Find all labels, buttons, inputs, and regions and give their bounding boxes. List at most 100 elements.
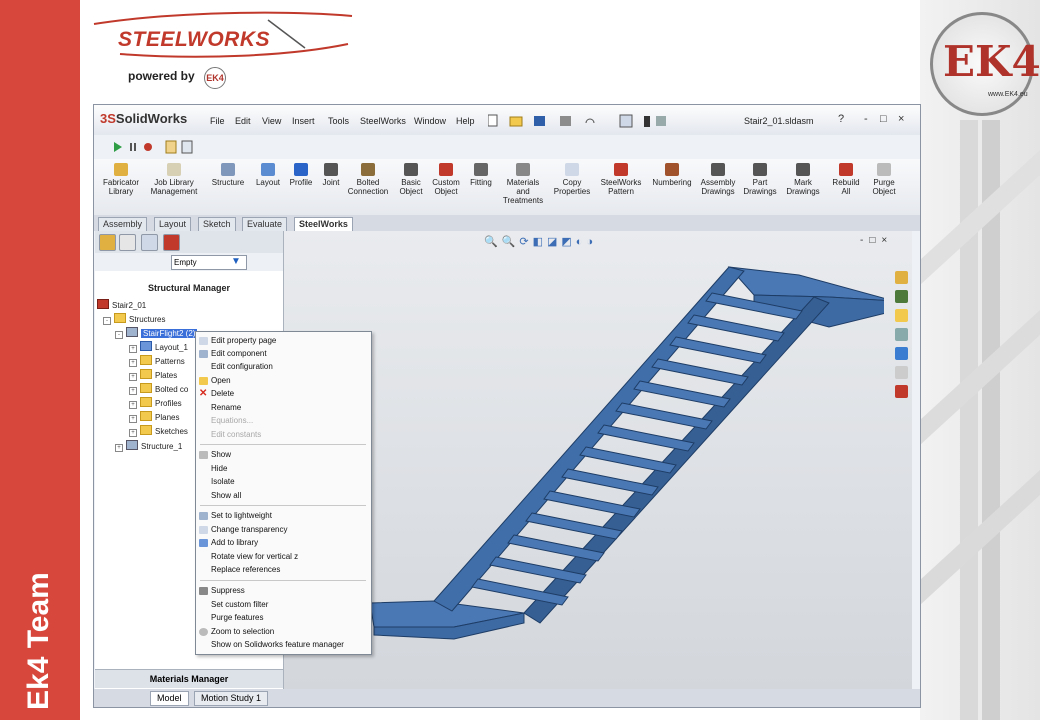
rebuild-icon bbox=[839, 163, 853, 176]
property-manager-icon[interactable] bbox=[119, 234, 136, 251]
menu-hide[interactable]: Hide bbox=[211, 464, 227, 473]
tree-child-plates[interactable]: + Plates bbox=[129, 369, 177, 381]
feature-manager-icon[interactable] bbox=[99, 234, 116, 251]
ribbon-numbering[interactable]: Numbering bbox=[650, 163, 694, 187]
materials-manager-header[interactable]: Materials Manager bbox=[95, 669, 283, 688]
menu-rename[interactable]: Rename bbox=[211, 403, 241, 412]
macro-toolbar-icons[interactable] bbox=[94, 135, 214, 159]
task-pane-library-icon[interactable] bbox=[895, 290, 908, 303]
collapse-icon[interactable]: - bbox=[103, 317, 111, 325]
task-pane-home-icon[interactable] bbox=[895, 271, 908, 284]
steelworks-manager-icon[interactable] bbox=[163, 234, 180, 251]
menu-equations: Equations... bbox=[211, 416, 254, 425]
ribbon-assembly-drawings[interactable]: Assembly Drawings bbox=[696, 163, 740, 196]
collapse-icon[interactable]: - bbox=[115, 331, 123, 339]
menu-edit[interactable]: Edit bbox=[235, 116, 251, 126]
task-pane-custom-icon[interactable] bbox=[895, 366, 908, 379]
ribbon-mark-drawings[interactable]: Mark Drawings bbox=[782, 163, 824, 196]
menu-show-on-feature-manager[interactable]: Show on Solidworks feature manager bbox=[211, 640, 344, 649]
tab-model[interactable]: Model bbox=[150, 691, 189, 706]
ribbon-bolted-connection[interactable]: Bolted Connection bbox=[346, 163, 390, 196]
tree-child-profiles[interactable]: + Profiles bbox=[129, 397, 182, 409]
expand-icon[interactable]: + bbox=[129, 429, 137, 437]
ribbon-materials-and-treatments[interactable]: Materials and Treatments bbox=[502, 163, 544, 205]
menu-tools[interactable]: Tools bbox=[328, 116, 349, 126]
tree-child-bolted[interactable]: + Bolted co bbox=[129, 383, 188, 395]
menu-open[interactable]: Open bbox=[211, 376, 231, 385]
menu-delete[interactable]: Delete bbox=[211, 389, 234, 398]
task-pane-appearance-icon[interactable] bbox=[895, 347, 908, 360]
menu-insert[interactable]: Insert bbox=[292, 116, 315, 126]
expand-icon[interactable]: + bbox=[129, 387, 137, 395]
menu-suppress[interactable]: Suppress bbox=[211, 586, 245, 595]
menu-window[interactable]: Window bbox=[414, 116, 446, 126]
menu-zoom-to-selection[interactable]: Zoom to selection bbox=[211, 627, 274, 636]
graphics-viewport[interactable]: 🔍🔍⟳◧◪◩◐◑ -□× bbox=[284, 231, 912, 689]
task-pane-steelworks-icon[interactable] bbox=[895, 385, 908, 398]
menu-edit-property-page[interactable]: Edit property page bbox=[211, 336, 276, 345]
menu-show[interactable]: Show bbox=[211, 450, 231, 459]
expand-icon[interactable]: + bbox=[129, 415, 137, 423]
ribbon-joint[interactable]: Joint bbox=[318, 163, 344, 187]
help-icon[interactable]: ? bbox=[838, 113, 844, 125]
ribbon-steelworks-pattern[interactable]: SteelWorks Pattern bbox=[596, 163, 646, 196]
tree-structure-1[interactable]: + Structure_1 bbox=[115, 440, 182, 452]
configuration-manager-icon[interactable] bbox=[141, 234, 158, 251]
menu-isolate[interactable]: Isolate bbox=[211, 477, 235, 486]
tab-motion-study-1[interactable]: Motion Study 1 bbox=[194, 691, 269, 706]
menu-edit-component[interactable]: Edit component bbox=[211, 349, 267, 358]
tree-child-planes[interactable]: + Planes bbox=[129, 411, 179, 423]
menu-set-custom-filter[interactable]: Set custom filter bbox=[211, 600, 268, 609]
tree-child-sketches[interactable]: + Sketches bbox=[129, 425, 188, 437]
expand-icon[interactable]: + bbox=[129, 359, 137, 367]
menu-view[interactable]: View bbox=[262, 116, 281, 126]
ribbon-basic-object[interactable]: Basic Object bbox=[394, 163, 428, 196]
menu-change-transparency[interactable]: Change transparency bbox=[211, 525, 288, 534]
expand-icon[interactable]: + bbox=[129, 401, 137, 409]
menu-set-to-lightweight[interactable]: Set to lightweight bbox=[211, 511, 272, 520]
menu-show-all[interactable]: Show all bbox=[211, 491, 241, 500]
tab-sketch[interactable]: Sketch bbox=[198, 217, 236, 232]
ribbon-job-library-management[interactable]: Job Library Management bbox=[148, 163, 200, 196]
tab-layout[interactable]: Layout bbox=[154, 217, 192, 232]
tab-evaluate[interactable]: Evaluate bbox=[242, 217, 288, 232]
tab-steelworks[interactable]: SteelWorks bbox=[294, 217, 353, 232]
expand-icon[interactable]: + bbox=[129, 345, 137, 353]
menu-rotate-view-vertical-z[interactable]: Rotate view for vertical z bbox=[211, 552, 298, 561]
ribbon-layout[interactable]: Layout bbox=[252, 163, 284, 187]
ribbon-rebuild-all[interactable]: Rebuild All bbox=[828, 163, 864, 196]
tree-item-selected[interactable]: - StairFlight2 (2) bbox=[115, 327, 198, 339]
ribbon-part-drawings[interactable]: Part Drawings bbox=[742, 163, 778, 196]
task-pane-view-palette-icon[interactable] bbox=[895, 328, 908, 341]
minimize-button[interactable]: - bbox=[864, 113, 868, 125]
tree-child-patterns[interactable]: + Patterns bbox=[129, 355, 185, 367]
menu-file[interactable]: File bbox=[210, 116, 225, 126]
task-pane-folder-icon[interactable] bbox=[895, 309, 908, 322]
ribbon-purge-object[interactable]: Purge Object bbox=[866, 163, 902, 196]
menu-help[interactable]: Help bbox=[456, 116, 475, 126]
filter-icon[interactable]: ▼ bbox=[231, 256, 241, 267]
menu-steelworks[interactable]: SteelWorks bbox=[360, 116, 406, 126]
ribbon-copy-properties[interactable]: Copy Properties bbox=[550, 163, 594, 196]
solidworks-logo[interactable]: 3SSolidWorks bbox=[100, 111, 187, 126]
expand-icon[interactable]: + bbox=[129, 373, 137, 381]
tree-root[interactable]: Stair2_01 bbox=[97, 299, 146, 310]
ribbon-fabricator-library[interactable]: Fabricator Library bbox=[98, 163, 144, 196]
ribbon-fitting[interactable]: Fitting bbox=[466, 163, 496, 187]
tab-assembly[interactable]: Assembly bbox=[98, 217, 148, 232]
ribbon-profile[interactable]: Profile bbox=[285, 163, 317, 187]
delete-icon: ✕ bbox=[199, 388, 208, 399]
standard-toolbar-icons[interactable] bbox=[488, 114, 688, 128]
tree-structures[interactable]: - Structures bbox=[103, 313, 165, 325]
close-button[interactable]: × bbox=[898, 113, 904, 125]
menu-edit-configuration[interactable]: Edit configuration bbox=[211, 362, 273, 371]
stair-3d-model[interactable] bbox=[284, 231, 884, 689]
expand-icon[interactable]: + bbox=[115, 444, 123, 452]
menu-purge-features[interactable]: Purge features bbox=[211, 613, 263, 622]
menu-add-to-library[interactable]: Add to library bbox=[211, 538, 258, 547]
menu-replace-references[interactable]: Replace references bbox=[211, 565, 280, 574]
tree-child-layout[interactable]: + Layout_1 bbox=[129, 341, 188, 353]
ribbon-custom-object[interactable]: Custom Object bbox=[429, 163, 463, 196]
maximize-button[interactable]: □ bbox=[880, 113, 887, 125]
ribbon-structure[interactable]: Structure bbox=[206, 163, 250, 187]
